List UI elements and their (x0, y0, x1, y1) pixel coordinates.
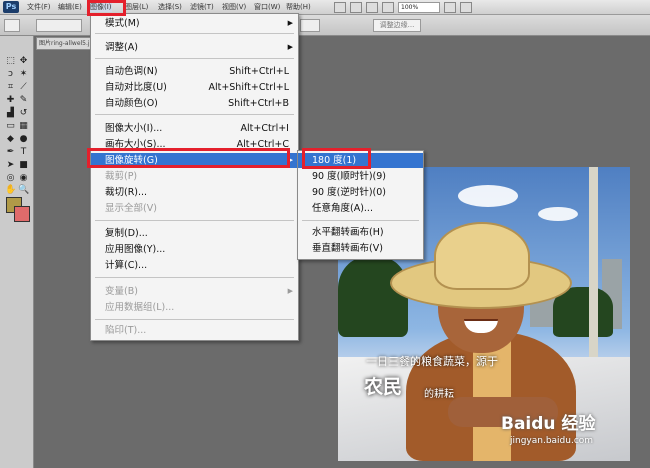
toolbox: ⬚ ✥ ↄ ✶ ⌗ ⟋ ✚ ✎ ▟ ↺ ▭ ▦ ◆ ● ✒ T ➤ ■ ◎ ◉ … (0, 36, 34, 468)
pen-tool-icon[interactable]: ✒ (5, 147, 16, 157)
menu-separator (302, 220, 419, 221)
background-color-swatch[interactable] (14, 206, 30, 222)
menu-view[interactable]: 视图(V) (222, 2, 246, 12)
menu-separator (95, 58, 294, 59)
menu-item-crop[interactable]: 裁剪(P) (91, 169, 298, 184)
submenu-arrow-icon: ▶ (287, 43, 293, 51)
mini-bridge-icon[interactable] (350, 2, 362, 13)
eraser-tool-icon[interactable]: ▭ (5, 121, 16, 131)
menu-item-auto-tone[interactable]: 自动色调(N) Shift+Ctrl+L (91, 64, 298, 79)
marquee-tool-icon[interactable]: ⬚ (5, 56, 16, 66)
menu-item-image-size[interactable]: 图像大小(I)... Alt+Ctrl+I (91, 121, 298, 136)
hand-tool-icon[interactable]: ✋ (5, 185, 16, 195)
menu-item-flip-horizontal[interactable]: 水平翻转画布(H) (298, 225, 423, 240)
menu-separator (95, 33, 294, 34)
screen-mode-icon[interactable] (460, 2, 472, 13)
menu-item-apply-image[interactable]: 应用图像(Y)... (91, 242, 298, 257)
menu-window[interactable]: 窗口(W) (254, 2, 280, 12)
menu-separator (95, 319, 294, 320)
caption-line: 一日三餐的粮食蔬菜，源于 (366, 355, 498, 368)
crop-tool-icon[interactable]: ⌗ (5, 82, 16, 92)
menu-item-rotate-90-ccw[interactable]: 90 度(逆时针)(0) (298, 185, 423, 200)
eyedropper-tool-icon[interactable]: ⟋ (18, 82, 29, 92)
menu-separator (95, 277, 294, 278)
menu-item-calculations[interactable]: 计算(C)... (91, 258, 298, 273)
submenu-arrow-icon: ▶ (287, 19, 293, 27)
lasso-tool-icon[interactable]: ↄ (5, 69, 16, 79)
selection-mode-icons[interactable] (36, 19, 82, 32)
bridge-icon[interactable] (334, 2, 346, 13)
cloud (538, 207, 578, 221)
magic-wand-tool-icon[interactable]: ✶ (18, 69, 29, 79)
annotation-box-rotate-180 (302, 148, 371, 169)
watermark-url: jingyan.baidu.com (510, 436, 594, 446)
move-tool-icon[interactable]: ✥ (18, 56, 29, 66)
menu-item-trim[interactable]: 裁切(R)... (91, 185, 298, 200)
3d-camera-icon[interactable]: ◉ (18, 173, 29, 183)
tool-preset-icon[interactable] (4, 19, 20, 32)
menu-edit[interactable]: 编辑(E) (58, 2, 82, 12)
zoom-tool-icon[interactable]: 🔍 (18, 185, 29, 195)
menu-item-apply-dataset[interactable]: 应用数据组(L)... (91, 300, 298, 315)
menu-item-adjustments[interactable]: 调整(A) ▶ (91, 40, 298, 55)
menu-item-trap[interactable]: 陷印(T)... (91, 323, 298, 338)
annotation-box-image-menu (87, 0, 126, 16)
menu-item-auto-color[interactable]: 自动颜色(O) Shift+Ctrl+B (91, 96, 298, 111)
document-tab[interactable]: 图片ring-allwel5.jpg @ 100% (36, 37, 96, 50)
shape-tool-icon[interactable]: ■ (18, 160, 29, 170)
gradient-tool-icon[interactable]: ▦ (18, 121, 29, 131)
menu-item-mode[interactable]: 模式(M) ▶ (91, 16, 298, 31)
image-menu: 模式(M) ▶ 调整(A) ▶ 自动色调(N) Shift+Ctrl+L 自动对比度(… (90, 13, 299, 341)
style-dropdown[interactable] (300, 19, 320, 32)
menu-file[interactable]: 文件(F) (27, 2, 51, 12)
straw-hat-crown (434, 222, 530, 290)
menu-item-duplicate[interactable]: 复制(D)... (91, 226, 298, 241)
baidu-watermark: Baidu 经验 (501, 414, 596, 434)
blur-tool-icon[interactable]: ◆ (5, 134, 16, 144)
menu-item-flip-vertical[interactable]: 垂直翻转画布(V) (298, 241, 423, 256)
path-selection-icon[interactable]: ➤ (5, 160, 16, 170)
menu-layer[interactable]: 图层(L) (125, 2, 148, 12)
menu-filter[interactable]: 滤镜(T) (190, 2, 214, 12)
healing-brush-icon[interactable]: ✚ (5, 95, 16, 105)
zoom-level[interactable]: 100% (398, 2, 440, 13)
menu-item-rotate-arbitrary[interactable]: 任意角度(A)... (298, 201, 423, 216)
photoshop-logo: Ps (3, 1, 19, 13)
menu-separator (95, 114, 294, 115)
menu-item-reveal-all[interactable]: 显示全部(V) (91, 201, 298, 216)
menu-item-rotate-90-cw[interactable]: 90 度(顺时针)(9) (298, 169, 423, 184)
annotation-box-image-rotation (87, 148, 290, 168)
clone-stamp-icon[interactable]: ▟ (5, 108, 16, 118)
menu-select[interactable]: 选择(S) (158, 2, 182, 12)
menu-item-variables[interactable]: 变量(B) ▶ (91, 284, 298, 299)
dodge-tool-icon[interactable]: ● (18, 134, 29, 144)
cloud (458, 185, 518, 207)
tree (338, 257, 408, 337)
3d-rotate-icon[interactable]: ◎ (5, 173, 16, 183)
menu-help[interactable]: 帮助(H) (286, 2, 311, 12)
history-brush-icon[interactable]: ↺ (18, 108, 29, 118)
type-tool-icon[interactable]: T (18, 147, 29, 157)
hand-icon[interactable] (382, 2, 394, 13)
caption-small: 的耕耘 (424, 389, 454, 400)
menu-item-auto-contrast[interactable]: 自动对比度(U) Alt+Shift+Ctrl+L (91, 80, 298, 95)
brush-tool-icon[interactable]: ✎ (18, 95, 29, 105)
refine-edge-button[interactable]: 调整边缘... (373, 19, 421, 32)
arrange-icon[interactable] (444, 2, 456, 13)
extras-icon[interactable] (366, 2, 378, 13)
submenu-arrow-icon: ▶ (287, 287, 293, 295)
caption-big: 农民 (364, 376, 403, 398)
menu-separator (95, 220, 294, 221)
